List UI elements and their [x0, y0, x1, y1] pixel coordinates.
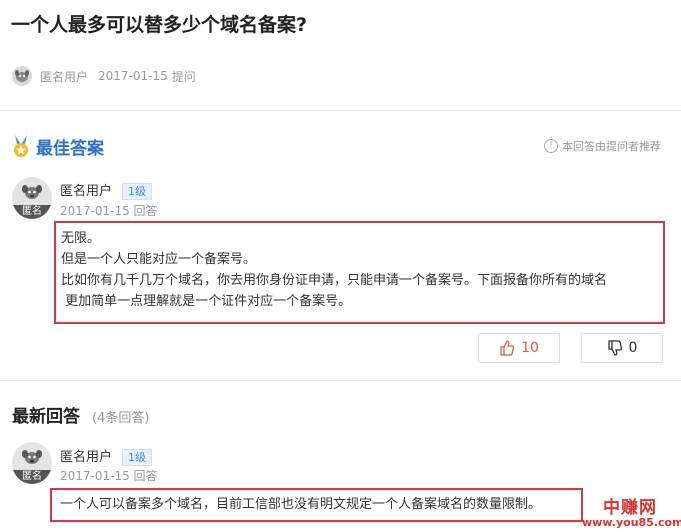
avatar[interactable]: 匿名 [12, 177, 52, 219]
upvote-count: 10 [521, 340, 539, 356]
level-badge: 1级 [122, 449, 153, 466]
answer-user-name[interactable]: 匿名用户 [60, 184, 112, 199]
answer-user: 匿名用户 1级 [60, 446, 153, 466]
anonymous-dog-icon [15, 70, 29, 82]
info-icon: ! [544, 139, 558, 153]
anonymous-tag: 匿名 [12, 205, 52, 219]
anonymous-tag: 匿名 [12, 470, 52, 484]
level-badge: 1级 [122, 183, 153, 200]
answer-count[interactable]: (4条回答) [92, 407, 149, 426]
anonymous-dog-icon [22, 185, 42, 199]
question-date: 2017-01-15 [98, 69, 168, 83]
answer-date: 2017-01-15 回答 [60, 469, 158, 483]
avatar[interactable] [12, 66, 32, 86]
divider [0, 380, 681, 381]
latest-answer-content: 一个人可以备案多个域名，目前工信部也没有明文规定一个人备案域名的数量限制。 [50, 488, 583, 522]
avatar[interactable]: 匿名 [12, 442, 52, 484]
answer-text: 一个人可以备案多个域名，目前工信部也没有明文规定一个人备案域名的数量限制。 [60, 497, 542, 512]
answer-user-name[interactable]: 匿名用户 [60, 450, 112, 465]
anonymous-dog-icon [22, 450, 42, 464]
best-answer-title: 最佳答案 [36, 139, 104, 159]
question-title: 一个人最多可以替多少个域名备案? [11, 14, 308, 36]
thumbs-up-icon [500, 340, 515, 356]
answer-line: 但是一个人只能对应一个备案号。 [61, 252, 257, 267]
downvote-button[interactable]: 0 [581, 333, 663, 363]
answer-line: 更加简单一点理解就是一个证件对应一个备案号。 [61, 294, 352, 309]
latest-answers-title: 最新回答 [12, 407, 80, 427]
latest-answers-header: 最新回答 (4条回答) [12, 402, 149, 427]
upvote-button[interactable]: 10 [478, 333, 560, 363]
best-answer-header: 最佳答案 [12, 134, 104, 159]
question-meta: 匿名用户 2017-01-15 提问 [12, 66, 196, 86]
site-watermark: 中赚网 www.you85.com [582, 493, 681, 529]
recommend-note: ! 本回答由提问者推荐 [544, 138, 661, 154]
best-answer-content: 无限。 但是一个人只能对应一个备案号。 比如你有几千几万个域名，你去用你身份证申… [54, 221, 665, 324]
watermark-url: www.you85.com [582, 516, 681, 529]
question-user[interactable]: 匿名用户 [40, 68, 88, 85]
answer-line: 无限。 [61, 231, 101, 246]
answer-line: 比如你有几千几万个域名，你去用你身份证申请，只能申请一个备案号。下面报备你所有的… [61, 273, 608, 288]
downvote-count: 0 [628, 340, 638, 356]
answer-date: 2017-01-15 回答 [60, 204, 158, 218]
recommend-text: 本回答由提问者推荐 [562, 140, 661, 153]
medal-icon [14, 134, 28, 157]
divider [0, 110, 681, 111]
thumbs-down-icon [607, 340, 622, 356]
watermark-logo: 中赚网 [603, 498, 657, 518]
question-action: 提问 [171, 69, 196, 84]
answer-user: 匿名用户 1级 [60, 180, 153, 200]
